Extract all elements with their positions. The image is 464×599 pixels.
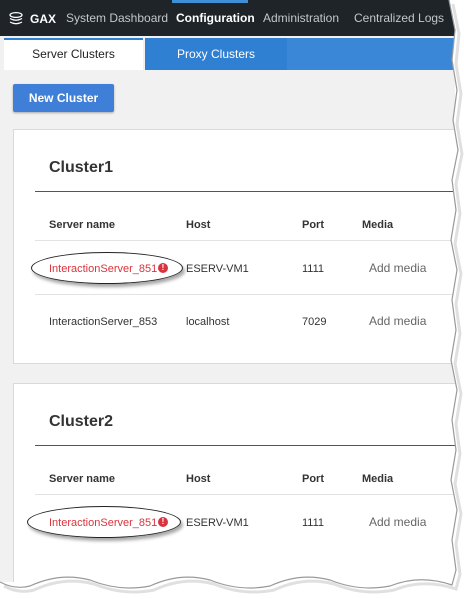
torn-edge <box>0 0 464 599</box>
